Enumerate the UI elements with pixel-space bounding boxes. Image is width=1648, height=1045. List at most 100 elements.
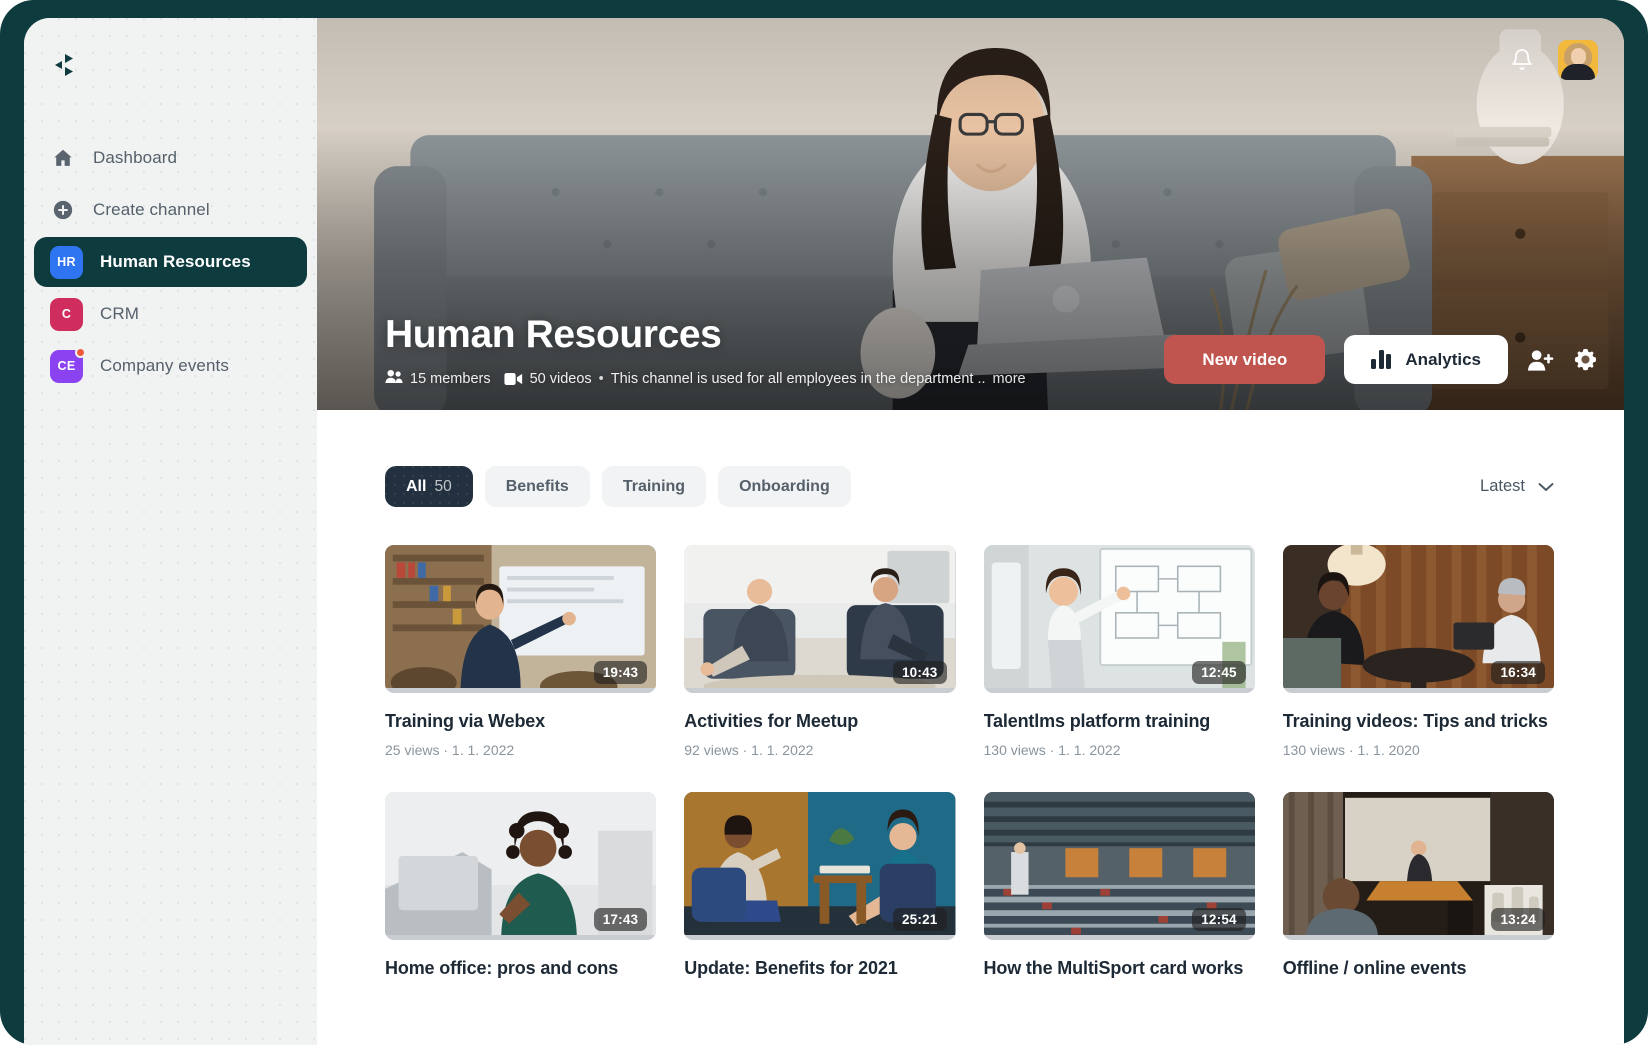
plus-circle-icon xyxy=(50,199,76,221)
gear-icon[interactable] xyxy=(1573,347,1598,372)
video-thumbnail[interactable]: 10:43 xyxy=(684,545,956,693)
video-thumbnail[interactable]: 12:54 xyxy=(983,792,1255,940)
home-icon xyxy=(50,147,76,169)
avatar-body xyxy=(1561,64,1595,80)
video-title: Training videos: Tips and tricks xyxy=(1282,711,1548,731)
meta-separator: • xyxy=(598,370,604,387)
analytics-button[interactable]: Analytics xyxy=(1344,335,1508,384)
meta-dot: · xyxy=(443,742,449,758)
videos-count: 50 videos xyxy=(529,370,592,387)
chevron-play-logo-icon[interactable] xyxy=(48,45,88,85)
meta-dot: · xyxy=(1348,742,1354,758)
chevron-down-icon xyxy=(1538,482,1554,492)
filter-chip-training[interactable]: Training xyxy=(601,466,707,507)
filter-chip-label: Onboarding xyxy=(739,477,830,495)
video-card[interactable]: 12:54 How the MultiSport card works xyxy=(983,792,1255,979)
avatar[interactable] xyxy=(1558,40,1598,80)
video-thumbnail[interactable]: 13:24 xyxy=(1282,792,1554,940)
video-meta: 25 views · 1. 1. 2022 xyxy=(385,742,656,758)
video-card[interactable]: 12:45 Talentlms platform training 130 vi… xyxy=(983,545,1255,758)
video-duration: 19:43 xyxy=(593,661,648,684)
video-meta: 130 views · 1. 1. 2020 xyxy=(1283,742,1554,758)
hero-action-buttons: New video Analytics xyxy=(1164,335,1598,384)
video-camera-icon xyxy=(504,372,523,386)
ce-badge-initials: CE xyxy=(57,359,76,373)
video-grid: 19:43 Training via Webex 25 views · 1. 1… xyxy=(317,545,1624,979)
video-title: Talentlms platform training xyxy=(983,711,1211,731)
video-date: 1. 1. 2020 xyxy=(1357,742,1420,758)
filter-chip-label: All xyxy=(406,477,427,495)
video-duration: 16:34 xyxy=(1491,661,1545,684)
sidebar-item-label: Company events xyxy=(100,356,229,375)
video-duration: 10:43 xyxy=(892,661,947,684)
video-date: 1. 1. 2022 xyxy=(1058,742,1121,758)
members-count: 15 members xyxy=(410,370,491,387)
video-thumbnail[interactable]: 12:45 xyxy=(983,545,1255,693)
bell-icon[interactable] xyxy=(1510,48,1534,72)
main-content: Human Resources 15 members 50 videos • T… xyxy=(317,18,1624,1045)
channel-content: All 50 Benefits Training Onboarding Late… xyxy=(317,410,1624,979)
video-thumbnail[interactable]: 19:43 xyxy=(385,545,657,693)
new-video-button[interactable]: New video xyxy=(1164,335,1326,384)
app-window: Dashboard Create channel HR Human Resour… xyxy=(24,18,1624,1045)
video-title: Training via Webex xyxy=(385,711,546,731)
hero-top-actions xyxy=(1510,40,1598,80)
video-card[interactable]: 13:24 Offline / online events xyxy=(1282,792,1554,979)
sidebar-item-label: Human Resources xyxy=(100,252,251,271)
sidebar-nav: Dashboard Create channel HR Human Resour… xyxy=(24,133,317,391)
sort-dropdown-label: Latest xyxy=(1480,477,1525,495)
video-date: 1. 1. 2022 xyxy=(451,742,515,758)
more-link[interactable]: more xyxy=(993,371,1026,387)
video-meta: 92 views · 1. 1. 2022 xyxy=(684,742,955,758)
video-views: 25 views xyxy=(385,742,440,758)
video-duration: 12:45 xyxy=(1192,661,1246,684)
sidebar-item-crm[interactable]: C CRM xyxy=(34,289,307,339)
hero-footer: Human Resources 15 members 50 videos • T… xyxy=(385,314,1598,388)
video-title: Update: Benefits for 2021 xyxy=(684,958,898,978)
video-card[interactable]: 16:34 Training videos: Tips and tricks 1… xyxy=(1282,545,1554,758)
video-thumbnail[interactable]: 16:34 xyxy=(1282,545,1554,693)
video-card[interactable]: 17:43 Home office: pros and cons xyxy=(385,792,657,979)
sidebar-item-human-resources[interactable]: HR Human Resources xyxy=(34,237,307,287)
video-thumbnail[interactable]: 17:43 xyxy=(385,792,657,940)
channel-meta: 15 members 50 videos • This channel is u… xyxy=(385,369,1026,388)
notification-dot-icon xyxy=(75,346,86,358)
filter-chip-label: Benefits xyxy=(505,477,569,495)
filter-chip-benefits[interactable]: Benefits xyxy=(484,466,590,507)
video-views: 130 views xyxy=(1282,742,1346,758)
sidebar-item-label: CRM xyxy=(100,304,140,323)
hr-badge-initials: HR xyxy=(57,255,76,269)
video-date: 1. 1. 2022 xyxy=(751,742,814,758)
video-card[interactable]: 10:43 Activities for Meetup 92 views · 1… xyxy=(684,545,956,758)
analytics-button-label: Analytics xyxy=(1405,349,1481,369)
category-filter-chips: All 50 Benefits Training Onboarding xyxy=(385,466,851,507)
video-title: How the MultiSport card works xyxy=(983,958,1244,978)
filter-row: All 50 Benefits Training Onboarding Late… xyxy=(317,466,1624,507)
video-title: Activities for Meetup xyxy=(684,711,859,731)
ce-badge-icon: CE xyxy=(50,346,86,383)
video-views: 92 views xyxy=(684,742,739,758)
video-card[interactable]: 19:43 Training via Webex 25 views · 1. 1… xyxy=(385,545,657,758)
filter-chip-onboarding[interactable]: Onboarding xyxy=(718,466,851,507)
add-user-icon[interactable] xyxy=(1527,348,1554,372)
meta-dot: · xyxy=(742,742,748,758)
video-views: 130 views xyxy=(983,742,1046,758)
video-duration: 12:54 xyxy=(1192,908,1246,931)
filter-chip-all[interactable]: All 50 xyxy=(385,466,473,507)
meta-dot: · xyxy=(1049,742,1055,758)
filter-chip-label: Training xyxy=(622,477,686,495)
sidebar-item-dashboard[interactable]: Dashboard xyxy=(34,133,307,183)
avatar-face xyxy=(1571,48,1586,65)
video-card[interactable]: 25:21 Update: Benefits for 2021 xyxy=(684,792,956,979)
hero-info: Human Resources 15 members 50 videos • T… xyxy=(385,314,1026,388)
sort-dropdown[interactable]: Latest xyxy=(1480,477,1554,496)
sidebar-item-create-channel[interactable]: Create channel xyxy=(34,185,307,235)
video-duration: 17:43 xyxy=(593,908,648,931)
channel-description: This channel is used for all employees i… xyxy=(610,370,986,387)
people-icon xyxy=(385,369,403,388)
video-duration: 13:24 xyxy=(1491,908,1545,931)
video-thumbnail[interactable]: 25:21 xyxy=(684,792,956,940)
sidebar: Dashboard Create channel HR Human Resour… xyxy=(24,18,317,1045)
sidebar-item-label: Create channel xyxy=(93,200,210,219)
sidebar-item-company-events[interactable]: CE Company events xyxy=(34,341,307,391)
